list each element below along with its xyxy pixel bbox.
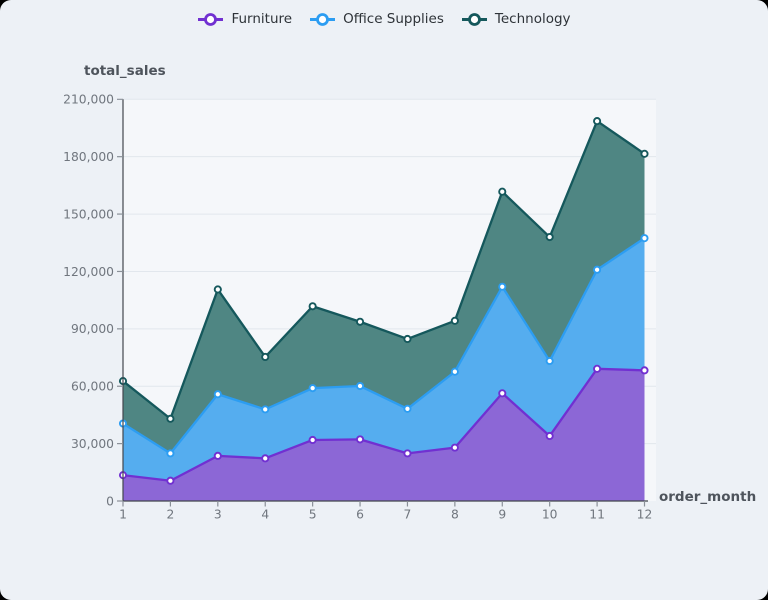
legend-marker-icon	[461, 12, 488, 27]
x-tick-label: 12	[637, 508, 653, 522]
x-axis-title: order_month	[659, 489, 756, 505]
data-point	[641, 367, 647, 373]
data-point	[357, 383, 363, 389]
x-tick-label: 3	[214, 508, 222, 522]
data-point	[594, 118, 600, 124]
y-tick-label: 150,000	[63, 207, 114, 221]
x-tick-label: 5	[309, 508, 317, 522]
data-point	[594, 366, 600, 372]
x-tick-label: 7	[404, 508, 412, 522]
x-tick-label: 8	[451, 508, 459, 522]
data-point	[499, 390, 505, 396]
x-tick-label: 1	[119, 508, 127, 522]
legend-item-office-supplies[interactable]: Office Supplies	[309, 11, 444, 27]
legend-label: Technology	[495, 11, 571, 27]
y-axis-title: total_sales	[84, 63, 166, 79]
chart-legend: Furniture Office Supplies Technology	[0, 11, 768, 27]
legend-label: Furniture	[231, 11, 292, 27]
data-point	[499, 284, 505, 290]
x-tick-label: 11	[589, 508, 605, 522]
data-point	[404, 336, 410, 342]
data-point	[215, 453, 221, 459]
chart-window: Furniture Office Supplies Technology total…	[0, 0, 768, 600]
y-axis-ticks: 0 30,000 60,000 90,000 120,000 150,000 180,000…	[63, 93, 123, 509]
legend-item-technology[interactable]: Technology	[461, 11, 571, 27]
data-point	[452, 445, 458, 451]
y-tick-label: 30,000	[71, 437, 114, 451]
x-tick-label: 2	[166, 508, 174, 522]
x-tick-label: 9	[498, 508, 506, 522]
data-point	[499, 189, 505, 195]
data-point	[310, 303, 316, 309]
y-tick-label: 90,000	[71, 322, 114, 336]
data-point	[215, 286, 221, 292]
data-point	[641, 151, 647, 157]
data-point	[547, 433, 553, 439]
data-point	[167, 450, 173, 456]
data-point	[167, 416, 173, 422]
data-point	[357, 436, 363, 442]
x-tick-label: 10	[542, 508, 558, 522]
legend-marker-icon	[309, 12, 336, 27]
x-axis-ticks: 123456789101112	[119, 501, 652, 522]
data-point	[547, 234, 553, 240]
stacked-area-chart: 0 30,000 60,000 90,000 120,000 150,000 180,000…	[0, 0, 768, 600]
y-tick-label: 0	[106, 494, 114, 508]
data-point	[357, 319, 363, 325]
data-point	[594, 267, 600, 273]
legend-marker-icon	[197, 12, 224, 27]
data-point	[215, 391, 221, 397]
y-tick-label: 60,000	[71, 380, 114, 394]
data-point	[404, 450, 410, 456]
data-point	[262, 354, 268, 360]
data-point	[452, 369, 458, 375]
data-point	[262, 455, 268, 461]
data-point	[262, 406, 268, 412]
data-point	[547, 358, 553, 364]
y-tick-label: 120,000	[63, 265, 114, 279]
y-tick-label: 180,000	[63, 150, 114, 164]
data-point	[452, 318, 458, 324]
data-point	[310, 385, 316, 391]
data-point	[167, 478, 173, 484]
data-point	[641, 235, 647, 241]
x-tick-label: 6	[356, 508, 364, 522]
data-point	[404, 406, 410, 412]
legend-item-furniture[interactable]: Furniture	[197, 11, 292, 27]
data-point	[310, 437, 316, 443]
x-tick-label: 4	[261, 508, 269, 522]
y-tick-label: 210,000	[63, 93, 114, 107]
legend-label: Office Supplies	[343, 11, 444, 27]
